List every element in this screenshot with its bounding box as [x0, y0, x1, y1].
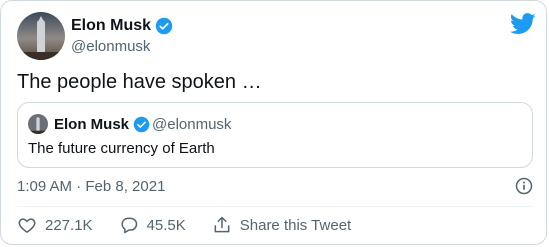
tweet-text: The people have spoken …	[17, 71, 262, 93]
avatar[interactable]	[17, 12, 65, 60]
quoted-author-handle[interactable]: @elonmusk	[152, 116, 231, 133]
tweet-card: Elon Musk @elonmusk The people have spok…	[0, 0, 547, 245]
author-name[interactable]: Elon Musk	[71, 17, 173, 35]
reply-button[interactable]: 45.5K	[119, 215, 186, 235]
quoted-author-name[interactable]: Elon Musk	[54, 116, 150, 133]
reply-icon	[121, 217, 137, 234]
quoted-tweet[interactable]: Elon Musk @elonmusk The future currency …	[17, 102, 533, 168]
author-handle[interactable]: @elonmusk	[71, 38, 150, 55]
action-bar: 227.1K 45.5K Share this Tweet	[17, 215, 377, 235]
quoted-avatar[interactable]	[28, 114, 48, 134]
share-label: Share this Tweet	[239, 216, 352, 234]
share-button[interactable]: Share this Tweet	[212, 215, 351, 235]
share-icon	[214, 216, 230, 233]
verified-badge-icon	[155, 17, 173, 35]
divider	[17, 206, 533, 207]
quoted-tweet-text: The future currency of Earth	[28, 140, 215, 157]
verified-badge-icon	[133, 116, 150, 133]
author-name-text[interactable]: Elon Musk	[71, 17, 151, 35]
heart-icon	[18, 218, 36, 233]
info-icon[interactable]	[514, 176, 534, 196]
tweet-timestamp[interactable]: 1:09 AM · Feb 8, 2021	[17, 178, 165, 195]
like-count: 227.1K	[45, 216, 93, 234]
quoted-author-name-text[interactable]: Elon Musk	[54, 116, 129, 133]
reply-count: 45.5K	[146, 216, 186, 234]
like-button[interactable]: 227.1K	[17, 215, 93, 235]
twitter-bird-icon[interactable]	[509, 13, 536, 35]
